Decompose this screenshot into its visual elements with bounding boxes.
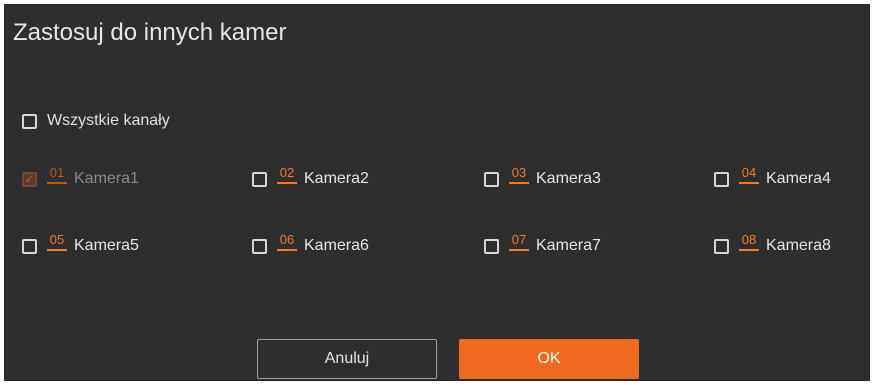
camera-checkbox-1: ✓ [22,171,37,187]
camera-option-2[interactable]: 02 Kamera2 [252,166,369,188]
cancel-button[interactable]: Anuluj [257,339,437,379]
camera-checkbox-4[interactable] [714,171,729,187]
camera-checkbox-7[interactable] [484,238,499,254]
camera-option-6[interactable]: 06 Kamera6 [252,233,369,255]
camera-name-2: Kamera2 [304,170,369,187]
camera-number-3: 03 [509,166,529,184]
camera-option-8[interactable]: 08 Kamera8 [714,233,831,255]
all-channels-checkbox[interactable] [22,113,37,129]
camera-name-5: Kamera5 [74,237,139,254]
camera-checkbox-8[interactable] [714,238,729,254]
camera-number-6: 06 [277,233,297,251]
all-channels-option[interactable]: Wszystkie kanały [22,112,170,130]
camera-number-8: 08 [739,233,759,251]
camera-name-7: Kamera7 [536,237,601,254]
camera-option-3[interactable]: 03 Kamera3 [484,166,601,188]
camera-name-3: Kamera3 [536,170,601,187]
camera-number-5: 05 [47,233,67,251]
camera-option-4[interactable]: 04 Kamera4 [714,166,831,188]
camera-number-4: 04 [739,166,759,184]
camera-checkbox-6[interactable] [252,238,267,254]
camera-name-6: Kamera6 [304,237,369,254]
camera-name-1: Kamera1 [74,170,139,187]
dialog-title: Zastosuj do innych kamer [13,19,287,46]
ok-button[interactable]: OK [459,339,639,379]
camera-checkbox-5[interactable] [22,238,37,254]
camera-number-7: 07 [509,233,529,251]
camera-option-1: ✓ 01 Kamera1 [22,166,139,188]
camera-number-1: 01 [47,166,67,184]
camera-name-8: Kamera8 [766,237,831,254]
apply-to-cameras-dialog: Zastosuj do innych kamer Wszystkie kanał… [4,4,870,381]
camera-checkbox-2[interactable] [252,171,267,187]
camera-checkbox-3[interactable] [484,171,499,187]
all-channels-label: Wszystkie kanały [47,112,170,129]
camera-number-2: 02 [277,166,297,184]
camera-option-5[interactable]: 05 Kamera5 [22,233,139,255]
camera-name-4: Kamera4 [766,170,831,187]
camera-option-7[interactable]: 07 Kamera7 [484,233,601,255]
